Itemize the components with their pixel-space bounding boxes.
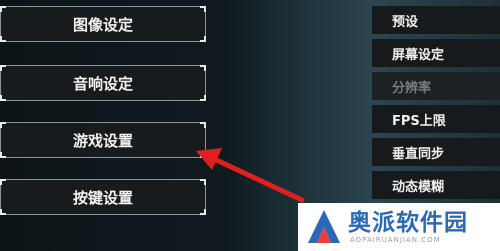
- watermark-url: AOPAIRUANJIAN.COM: [350, 236, 441, 244]
- watermark: 奥派软件园 AOPAIRUANJIAN.COM: [298, 203, 500, 251]
- watermark-title: 奥派软件园: [348, 210, 468, 236]
- watermark-logo-icon: [308, 210, 340, 243]
